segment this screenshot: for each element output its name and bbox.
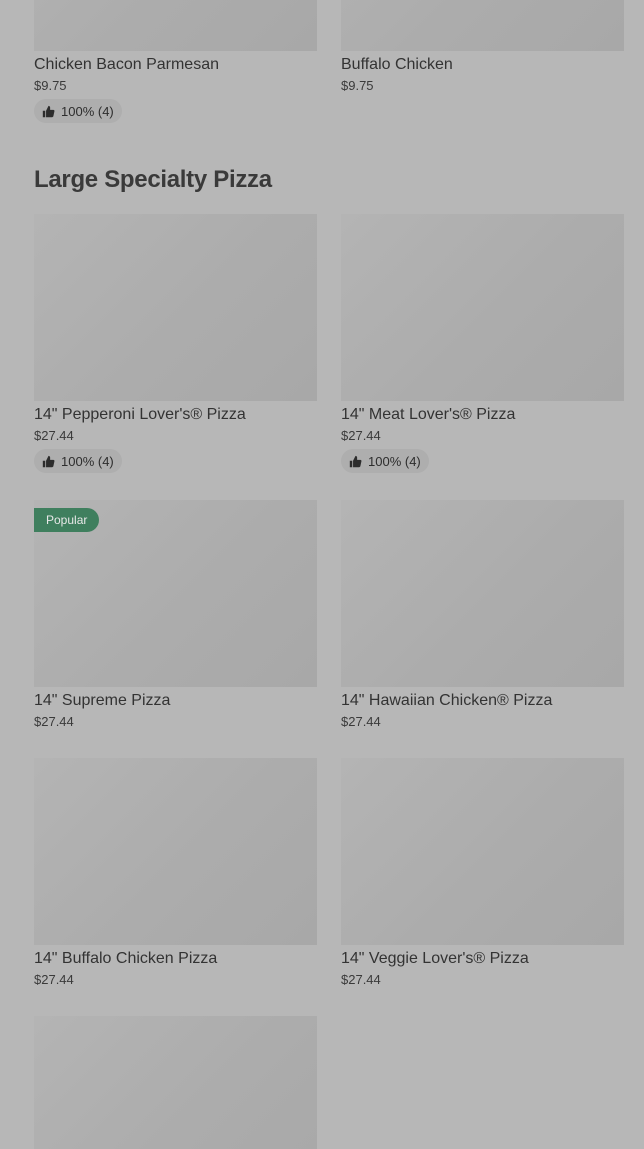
rating-text: 100% (4)	[61, 103, 114, 119]
item-name[interactable]: 14" Buffalo Chicken Pizza	[34, 949, 317, 969]
thumbs-up-icon	[42, 455, 55, 467]
item-price: $27.44	[341, 714, 381, 729]
item-name[interactable]: 14" Hawaiian Chicken® Pizza	[341, 691, 624, 711]
item-name[interactable]: 14" Pepperoni Lover's® Pizza	[34, 405, 317, 425]
thumbs-up-icon	[42, 105, 55, 117]
rating-badge: 100% (4)	[341, 449, 429, 473]
menu-item-card[interactable]: Popular 14" Supreme Pizza $27.44	[34, 500, 317, 730]
item-image[interactable]	[34, 0, 317, 51]
menu-item-card[interactable]: Chicken Bacon Parmesan $9.75 100% (4)	[34, 0, 317, 123]
item-image[interactable]: Popular	[34, 500, 317, 687]
item-image[interactable]	[341, 500, 624, 687]
rating-badge: 100% (4)	[34, 449, 122, 473]
menu-item-card[interactable]	[34, 1016, 317, 1149]
item-price: $27.44	[34, 972, 74, 987]
menu-item-card[interactable]: Buffalo Chicken $9.75	[341, 0, 624, 94]
menu-item-card[interactable]: 14" Hawaiian Chicken® Pizza $27.44	[341, 500, 624, 730]
item-price: $27.44	[34, 714, 74, 729]
item-name[interactable]: Buffalo Chicken	[341, 55, 624, 75]
item-name[interactable]: 14" Veggie Lover's® Pizza	[341, 949, 624, 969]
item-price: $9.75	[34, 78, 67, 93]
menu-item-card[interactable]: 14" Buffalo Chicken Pizza $27.44	[34, 758, 317, 988]
rating-text: 100% (4)	[61, 453, 114, 469]
menu-item-card[interactable]: 14" Pepperoni Lover's® Pizza $27.44 100%…	[34, 214, 317, 473]
rating-text: 100% (4)	[368, 453, 421, 469]
item-price: $27.44	[341, 428, 381, 443]
item-price: $27.44	[341, 972, 381, 987]
rating-badge: 100% (4)	[34, 99, 122, 123]
item-image[interactable]	[341, 0, 624, 51]
item-image[interactable]	[34, 214, 317, 401]
item-name[interactable]: 14" Meat Lover's® Pizza	[341, 405, 624, 425]
menu-item-card[interactable]: 14" Veggie Lover's® Pizza $27.44	[341, 758, 624, 988]
item-name[interactable]: 14" Supreme Pizza	[34, 691, 317, 711]
thumbs-up-icon	[349, 455, 362, 467]
item-image[interactable]	[341, 758, 624, 945]
item-image[interactable]	[34, 758, 317, 945]
item-image[interactable]	[341, 214, 624, 401]
menu-item-card[interactable]: 14" Meat Lover's® Pizza $27.44 100% (4)	[341, 214, 624, 473]
menu-page: Chicken Bacon Parmesan $9.75 100% (4) Bu…	[0, 0, 644, 1149]
item-image[interactable]	[34, 1016, 317, 1149]
section-title: Large Specialty Pizza	[34, 166, 272, 193]
item-price: $27.44	[34, 428, 74, 443]
popular-badge: Popular	[34, 508, 100, 532]
item-price: $9.75	[341, 78, 374, 93]
item-name[interactable]: Chicken Bacon Parmesan	[34, 55, 317, 75]
